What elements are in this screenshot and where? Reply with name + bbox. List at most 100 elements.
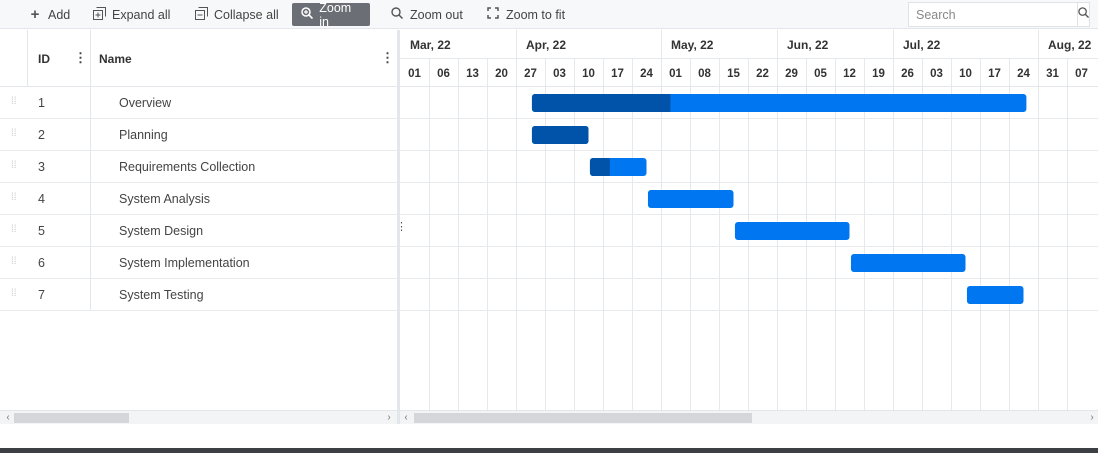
drag-handle-icon[interactable]: ⁞⁞ [11,161,17,171]
gantt-timeline: Mar, 22 Apr, 22 May, 22 Jun, 22 Jul, 22 Aug, … [400,30,1098,410]
week-label: 07 [1075,68,1088,80]
week-label: 26 [901,68,914,80]
drag-handle-icon[interactable]: ⁞⁞ [11,129,17,139]
task-bar[interactable] [966,286,1024,304]
task-progress-edge [667,94,671,112]
zoom-in-label: Zoom in [319,0,352,29]
task-name: Overview [119,96,172,110]
month-label: Jul, 22 [903,38,941,52]
plus-icon: + [30,6,40,23]
zoom-out-button[interactable]: Zoom out [382,3,471,26]
scroll-left-arrow-icon[interactable]: ‹ [400,411,412,425]
drag-handle-icon[interactable]: ⁞⁞ [11,225,17,235]
zoom-in-icon [300,7,313,22]
month-label: May, 22 [671,38,714,52]
table-row[interactable]: ⁞⁞ 1 Overview [0,87,397,119]
week-label: 15 [727,68,740,80]
fit-icon [486,7,500,22]
search-icon[interactable] [1077,3,1090,26]
week-label: 03 [553,68,566,80]
scroll-left-arrow-icon[interactable]: ‹ [2,411,14,425]
week-label: 10 [582,68,595,80]
week-label: 05 [814,68,827,80]
column-id-menu-icon[interactable]: ⋮ [74,50,87,66]
week-label: 22 [756,68,769,80]
add-button[interactable]: + Add [20,3,78,26]
table-row[interactable]: ⁞⁞ 5 System Design [0,215,397,247]
collapse-all-button[interactable]: Collapse all [186,3,287,26]
drag-handle-icon[interactable]: ⁞⁞ [11,193,17,203]
table-row[interactable]: ⁞⁞ 6 System Implementation [0,247,397,279]
task-bar[interactable] [734,222,850,240]
task-id: 1 [38,96,45,110]
grid-scroll-thumb[interactable] [14,413,129,423]
week-label: 24 [640,68,653,80]
week-label: 03 [930,68,943,80]
zoom-in-button[interactable]: Zoom in [292,0,370,29]
task-progress-edge [606,158,610,176]
scroll-right-arrow-icon[interactable]: › [383,411,395,425]
table-row[interactable]: ⁞⁞ 7 System Testing [0,279,397,311]
zoom-out-label: Zoom out [410,7,463,22]
week-label: 19 [872,68,885,80]
week-label: 31 [1046,68,1059,80]
column-header-id[interactable]: ID [38,30,50,87]
timeline-scroll-thumb[interactable] [414,413,752,423]
week-label: 29 [785,68,798,80]
expand-icon [92,6,106,23]
task-name: Requirements Collection [119,160,256,174]
collapse-all-label: Collapse all [214,7,279,22]
grid-horizontal-scrollbar[interactable]: ‹ › [0,410,397,424]
expand-all-label: Expand all [112,7,171,22]
zoom-to-fit-label: Zoom to fit [506,7,566,22]
drag-handle-icon[interactable]: ⁞⁞ [11,97,17,107]
search-input[interactable] [909,3,1077,26]
month-label: Apr, 22 [526,38,566,52]
week-label: 10 [959,68,972,80]
column-name-menu-icon[interactable]: ⋮ [381,50,394,66]
table-row[interactable]: ⁞⁞ 4 System Analysis [0,183,397,215]
task-id: 3 [38,160,45,174]
zoom-out-icon [390,7,404,22]
week-label: 17 [988,68,1001,80]
task-progress-bar[interactable] [531,94,671,112]
month-label: Aug, 22 [1048,38,1092,52]
grid-header: ID ⋮ Name ⋮ [0,30,397,87]
week-label: 20 [495,68,508,80]
drag-handle-icon[interactable]: ⁞⁞ [11,289,17,299]
task-bar[interactable] [850,254,966,272]
bottom-border [0,448,1098,453]
collapse-icon [194,6,208,23]
add-button-label: Add [48,7,71,22]
expand-all-button[interactable]: Expand all [84,3,178,26]
week-label: 01 [408,68,421,80]
task-bar[interactable] [647,190,734,208]
task-name: Planning [119,128,168,142]
task-id: 2 [38,128,45,142]
column-separator [27,30,28,87]
timeline-chart: Mar, 22 Apr, 22 May, 22 Jun, 22 Jul, 22 Aug, … [400,30,1098,410]
column-header-name[interactable]: Name [99,30,132,87]
month-label: Jun, 22 [787,38,829,52]
toolbar: + Add Expand all Collapse all Zoom in Zo… [0,0,1098,29]
week-label: 01 [669,68,682,80]
task-name: System Testing [119,288,204,302]
table-row[interactable]: ⁞⁞ 2 Planning [0,119,397,151]
task-name: System Implementation [119,256,250,270]
task-name: System Design [119,224,204,238]
task-id: 5 [38,224,45,238]
zoom-to-fit-button[interactable]: Zoom to fit [478,3,573,26]
week-label: 24 [1017,68,1030,80]
week-label: 06 [437,68,450,80]
week-label: 13 [466,68,479,80]
task-grid: ID ⋮ Name ⋮ ⁞⁞ 1 Overview ⁞⁞ 2 Planning ⁞⁞ 3 R… [0,30,397,410]
task-progress-bar[interactable] [531,126,589,144]
timeline-horizontal-scrollbar[interactable]: ‹ › [400,410,1098,424]
scroll-right-arrow-icon[interactable]: › [1086,411,1098,425]
table-row[interactable]: ⁞⁞ 3 Requirements Collection [0,151,397,183]
task-name: System Analysis [119,192,211,206]
drag-handle-icon[interactable]: ⁞⁞ [11,257,17,267]
task-id: 7 [38,288,45,302]
search-box [908,2,1090,27]
task-id: 4 [38,192,45,206]
